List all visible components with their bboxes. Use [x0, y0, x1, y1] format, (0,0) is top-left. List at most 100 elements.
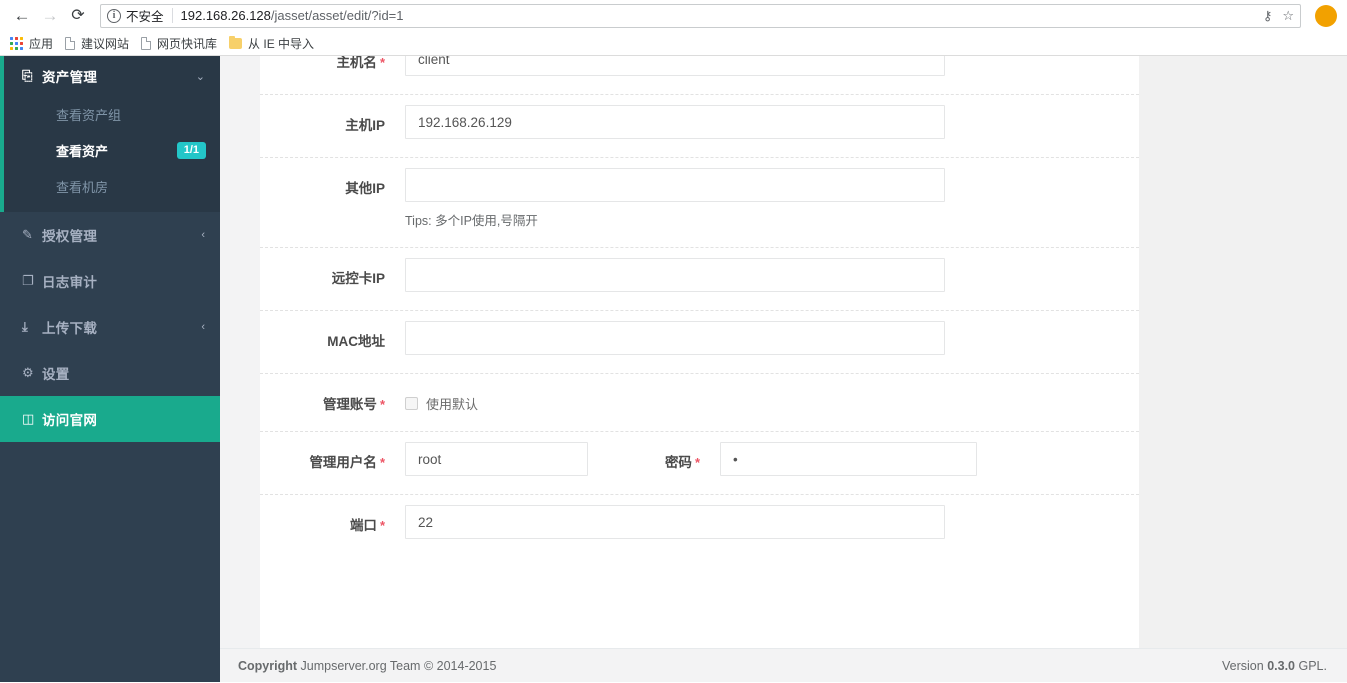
version-text: Version 0.3.0 GPL. [1222, 659, 1327, 673]
url-path: /jasset/asset/edit/?id=1 [270, 8, 404, 23]
field-label: 远控卡IP [331, 271, 385, 286]
mac-address-input[interactable] [405, 321, 945, 355]
field-label: 其他IP [345, 181, 385, 196]
chevron-left-icon: ‹ [201, 321, 205, 333]
content-gutter [220, 56, 260, 682]
required-mark: * [694, 455, 700, 470]
sidebar-item-view-asset[interactable]: 查看资产 1/1 [0, 132, 220, 168]
form-row-other-ip: 其他IP Tips: 多个IP使用,号隔开 [260, 158, 1139, 248]
copyright-text: Copyright Jumpserver.org Team © 2014-201… [238, 659, 496, 673]
field-label: 主机名 * [336, 56, 385, 70]
required-mark: * [379, 518, 385, 533]
form-row-mac-address: MAC地址 [260, 311, 1139, 374]
password-input[interactable] [720, 442, 977, 476]
avatar[interactable] [1315, 4, 1337, 27]
required-mark: * [379, 56, 385, 70]
other-ip-input[interactable] [405, 168, 945, 202]
sidebar-item-upload-download[interactable]: ⤓ 上传下载 ‹ [0, 304, 220, 350]
key-icon[interactable]: ⚷ [1263, 9, 1273, 22]
bookmark-label: 网页快讯库 [157, 36, 218, 51]
omnibox-divider [171, 8, 173, 23]
use-default-checkbox[interactable] [405, 397, 418, 410]
inbox-icon: ⎘ [22, 68, 33, 83]
version-suffix: GPL. [1298, 658, 1328, 673]
bookmark-apps[interactable]: 应用 [6, 32, 61, 54]
version-value: 0.3.0 [1267, 658, 1296, 673]
field-label: 主机IP [345, 118, 385, 133]
form-row-admin-credentials: 管理用户名* 密码* [260, 432, 1139, 495]
sidebar-item-label: 资产管理 [42, 70, 98, 85]
apps-grid-icon [10, 36, 23, 50]
bookmark-label: 建议网站 [81, 36, 130, 51]
bookmark-suggested-sites[interactable]: 建议网站 [61, 32, 137, 54]
port-input[interactable] [405, 505, 945, 539]
security-status-label: 不安全 [126, 10, 164, 24]
bookmark-label: 应用 [29, 36, 54, 51]
address-bar[interactable]: i 不安全 192.168.26.128 /jasset/asset/edit/… [100, 3, 1301, 28]
sidebar-subitem-label: 查看机房 [56, 179, 109, 195]
sidebar-submenu: 查看资产组 查看资产 1/1 查看机房 [0, 96, 220, 212]
sidebar-item-label: 访问官网 [42, 413, 98, 428]
sidebar-item-label: 上传下载 [42, 321, 98, 336]
url-host: 192.168.26.128 [180, 8, 271, 23]
page-footer: Copyright Jumpserver.org Team © 2014-201… [220, 648, 1347, 682]
browser-chrome: ← → ⟳ i 不安全 192.168.26.128 /jasset/asset… [0, 0, 1347, 56]
sidebar-item-log-audit[interactable]: ❐ 日志审计 [0, 258, 220, 304]
sidebar-subitem-label: 查看资产 [56, 143, 109, 159]
database-icon: ◫ [22, 411, 35, 426]
sidebar-item-label: 设置 [42, 367, 70, 382]
chrome-right-controls [1307, 4, 1339, 27]
folder-icon [229, 35, 243, 49]
asset-edit-form: 主机名* 主机IP 其他IP Tips: 多个IP使用,号隔开 [260, 56, 1139, 661]
remote-card-ip-input[interactable] [405, 258, 945, 292]
sidebar-item-permission-management[interactable]: ✎ 授权管理 ‹ [0, 212, 220, 258]
chevron-down-icon: ⌄ [195, 70, 205, 83]
copyright-prefix: Copyright [238, 658, 298, 673]
sidebar-item-settings[interactable]: ⚙ 设置 [0, 350, 220, 396]
copy-icon: ❐ [22, 273, 34, 288]
field-label: 管理用户名 * [309, 455, 385, 470]
admin-username-input[interactable] [405, 442, 588, 476]
bookmarks-bar: 应用 建议网站 网页快讯库 从 IE 中导入 [0, 31, 1347, 56]
edit-square-icon: ✎ [22, 227, 33, 242]
form-row-host-ip: 主机IP [260, 95, 1139, 158]
sidebar-group-asset-management: ⎘ 资产管理 ⌄ 查看资产组 查看资产 1/1 查看机房 [0, 56, 220, 212]
star-icon[interactable]: ☆ [1282, 9, 1294, 22]
other-ip-tip: Tips: 多个IP使用,号隔开 [405, 214, 538, 228]
version-label: Version [1222, 658, 1264, 673]
host-ip-input[interactable] [405, 105, 945, 139]
bookmark-imported-from-ie[interactable]: 从 IE 中导入 [225, 32, 322, 54]
required-mark: * [379, 455, 385, 470]
sidebar-item-label: 日志审计 [42, 275, 98, 290]
sidebar-item-view-idc[interactable]: 查看机房 [0, 168, 220, 204]
chevron-left-icon: ‹ [201, 229, 205, 241]
info-circle-icon[interactable]: i [107, 8, 121, 23]
forward-arrow-icon[interactable]: → [36, 2, 64, 30]
sidebar-item-asset-management[interactable]: ⎘ 资产管理 ⌄ [0, 56, 220, 96]
sidebar-item-official-site[interactable]: ◫ 访问官网 [0, 396, 220, 442]
field-label: MAC地址 [327, 334, 385, 349]
reload-icon[interactable]: ⟳ [64, 2, 92, 30]
bookmark-web-feed[interactable]: 网页快讯库 [137, 32, 225, 54]
page-icon [141, 36, 152, 50]
form-row-port: 端口 * [260, 495, 1139, 557]
field-label: 端口 * [349, 518, 385, 533]
form-row-hostname: 主机名 * [260, 56, 1139, 95]
sidebar: ⎘ 资产管理 ⌄ 查看资产组 查看资产 1/1 查看机房 ✎ 授权管理 ‹ ❐ … [0, 56, 220, 682]
copyright-body: Jumpserver.org Team © 2014-2015 [300, 658, 497, 673]
bookmark-label: 从 IE 中导入 [248, 36, 315, 51]
sidebar-subitem-label: 查看资产组 [56, 107, 122, 123]
form-row-admin-account: 管理账号 * 使用默认 [260, 374, 1139, 432]
gears-icon: ⚙ [22, 365, 34, 380]
required-mark: * [379, 397, 385, 412]
use-default-label: 使用默认 [426, 397, 479, 412]
status-badge: 1/1 [176, 141, 206, 159]
field-label: 管理账号 * [322, 397, 385, 412]
sidebar-item-view-asset-group[interactable]: 查看资产组 [0, 96, 220, 132]
back-arrow-icon[interactable]: ← [8, 2, 36, 30]
hostname-input[interactable] [405, 56, 945, 76]
browser-toolbar: ← → ⟳ i 不安全 192.168.26.128 /jasset/asset… [0, 0, 1347, 31]
page-viewport: ⎘ 资产管理 ⌄ 查看资产组 查看资产 1/1 查看机房 ✎ 授权管理 ‹ ❐ … [0, 56, 1347, 682]
sidebar-item-label: 授权管理 [42, 229, 98, 244]
page-icon [65, 36, 76, 50]
